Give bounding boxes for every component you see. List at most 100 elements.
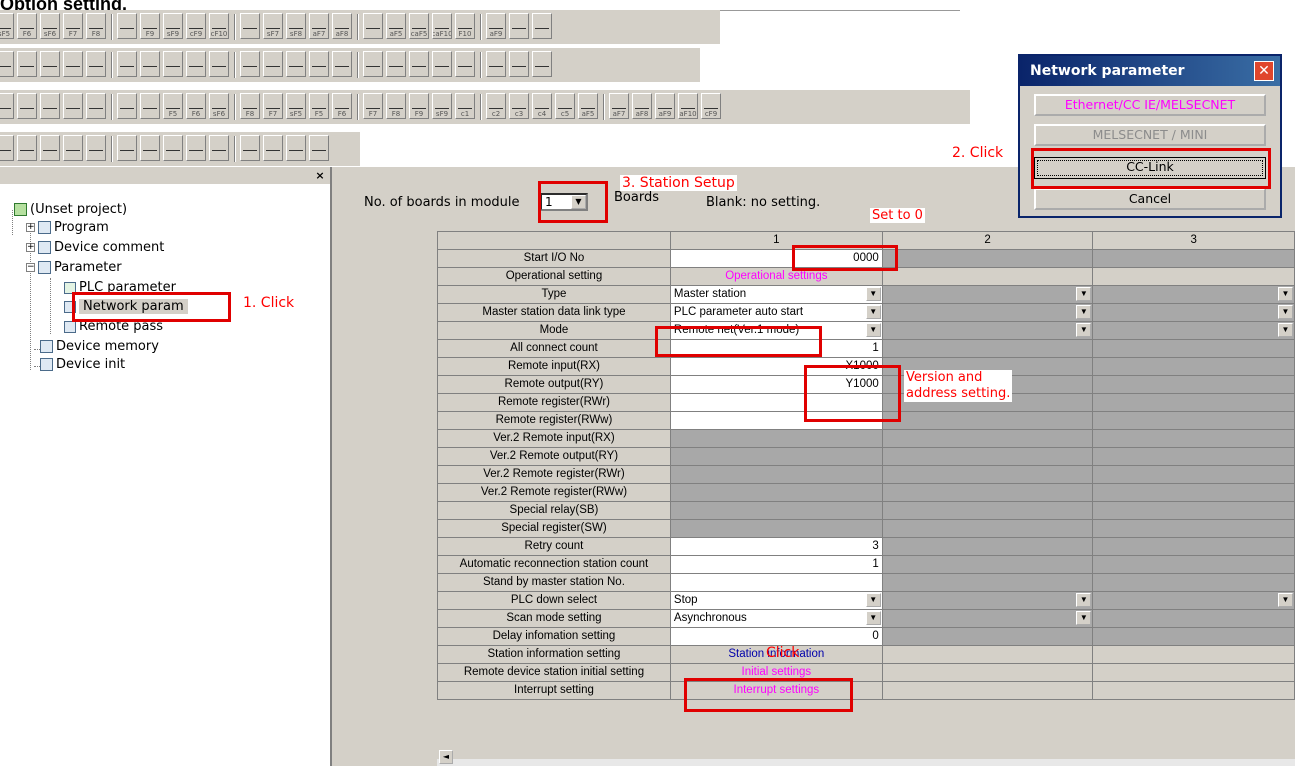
melsecnet-mini-button[interactable]: MELSECNET / MINI [1034,124,1266,146]
chevron-down-icon[interactable]: ▼ [1076,611,1092,625]
cell-empty[interactable] [1092,339,1295,358]
cell-empty[interactable] [1092,537,1295,556]
toolbar-button[interactable]: F7 [363,93,383,119]
toolbar-button[interactable] [486,51,506,77]
toolbar-button[interactable]: aF7 [309,13,329,39]
cell-empty[interactable] [1092,465,1295,484]
cell-empty[interactable] [881,663,1094,682]
toolbar-button[interactable]: F9 [140,13,160,39]
toolbar-button[interactable]: caF5 [409,13,429,39]
toolbar-button[interactable]: c4 [532,93,552,119]
toolbar-button[interactable]: aF9 [486,13,506,39]
close-icon[interactable]: ✕ [1254,61,1274,81]
cell-empty[interactable]: ▼ [881,609,1094,628]
cell-value[interactable]: 0 [669,627,883,646]
toolbar-button[interactable] [363,13,383,39]
toolbar-button[interactable] [86,135,106,161]
toolbar-button[interactable]: c5 [555,93,575,119]
toolbar-button[interactable]: c3 [509,93,529,119]
toolbar-button[interactable]: cF10 [209,13,229,39]
toolbar-button[interactable] [309,51,329,77]
toolbar-button[interactable]: sF5 [286,93,306,119]
tree-item-device-comment[interactable]: + Device comment [26,240,164,255]
toolbar-button[interactable]: aF8 [632,93,652,119]
toolbar-button[interactable]: sF6 [40,13,60,39]
cell-empty[interactable]: ▼ [881,285,1094,304]
toolbar-button[interactable] [509,13,529,39]
cell-empty[interactable] [881,573,1094,592]
cell-empty[interactable]: ▼ [881,591,1094,610]
toolbar-button[interactable]: cF9 [186,13,206,39]
toolbar-button[interactable] [332,51,352,77]
chevron-down-icon[interactable]: ▼ [1076,593,1092,607]
toolbar-button[interactable]: sF6 [209,93,229,119]
scroll-left-icon[interactable]: ◄ [439,750,453,764]
toolbar-button[interactable]: sF9 [163,13,183,39]
toolbar-button[interactable]: F5 [163,93,183,119]
cell-value[interactable]: Master station ▼ [669,285,883,304]
cell-empty[interactable] [881,249,1094,268]
cell-empty[interactable] [881,537,1094,556]
toolbar-button[interactable]: F6 [186,93,206,119]
cell-empty[interactable] [1092,645,1295,664]
toolbar-button[interactable] [17,51,37,77]
cell-empty[interactable] [881,465,1094,484]
cell-empty[interactable] [881,483,1094,502]
cell-empty[interactable] [1092,555,1295,574]
chevron-down-icon[interactable]: ▼ [865,611,881,625]
toolbar-button[interactable] [63,51,83,77]
toolbar-button[interactable] [17,93,37,119]
toolbar-button[interactable]: sF7 [263,13,283,39]
chevron-down-icon[interactable]: ▼ [1076,287,1092,301]
chevron-down-icon[interactable]: ▼ [1278,323,1293,337]
toolbar-button[interactable]: F7 [63,13,83,39]
toolbar-button[interactable] [532,13,552,39]
toolbar-button[interactable] [86,51,106,77]
toolbar-button[interactable] [309,135,329,161]
toolbar-button[interactable] [0,51,14,77]
toolbar-button[interactable] [455,51,475,77]
toolbar-button[interactable] [0,93,14,119]
toolbar-button[interactable]: sF9 [432,93,452,119]
cell-empty[interactable] [881,411,1094,430]
toolbar-button[interactable] [117,93,137,119]
toolbar-button[interactable] [140,135,160,161]
cell-empty[interactable] [1092,393,1295,412]
toolbar-button[interactable] [86,93,106,119]
toolbar-button[interactable] [163,51,183,77]
toolbar-button[interactable]: caF10 [432,13,452,39]
cell-empty[interactable] [881,627,1094,646]
toolbar-button[interactable] [40,51,60,77]
toolbar-button[interactable] [432,51,452,77]
cell-empty[interactable] [1092,357,1295,376]
toolbar-button[interactable]: cF9 [701,93,721,119]
cell-empty[interactable] [1092,483,1295,502]
toolbar-button[interactable] [63,93,83,119]
cell-empty[interactable] [1092,447,1295,466]
toolbar-button[interactable] [40,135,60,161]
expand-icon[interactable]: + [26,243,35,252]
toolbar-button[interactable] [409,51,429,77]
toolbar-button[interactable] [240,51,260,77]
cell-empty[interactable] [881,447,1094,466]
cell-empty[interactable] [881,501,1094,520]
toolbar-button[interactable] [117,13,137,39]
cell-value[interactable]: Stop ▼ [669,591,883,610]
toolbar-button[interactable]: aF10 [678,93,698,119]
cell-empty[interactable]: ▼ [1092,303,1295,322]
ethernet-button[interactable]: Ethernet/CC IE/MELSECNET [1034,94,1266,116]
toolbar-button[interactable] [209,135,229,161]
tree-item-project[interactable]: (Unset project) [14,202,127,217]
cell-empty[interactable]: ▼ [1092,591,1295,610]
toolbar-button[interactable] [163,135,183,161]
cell-empty[interactable]: ▼ [1092,285,1295,304]
toolbar-button[interactable] [117,51,137,77]
cell-value[interactable]: 1 [669,555,883,574]
cell-empty[interactable] [1092,519,1295,538]
cell-empty[interactable] [881,267,1094,286]
cell-empty[interactable] [1092,429,1295,448]
cell-empty[interactable] [881,681,1094,700]
toolbar-button[interactable] [140,51,160,77]
toolbar-button[interactable] [209,51,229,77]
collapse-icon[interactable]: − [26,263,35,272]
